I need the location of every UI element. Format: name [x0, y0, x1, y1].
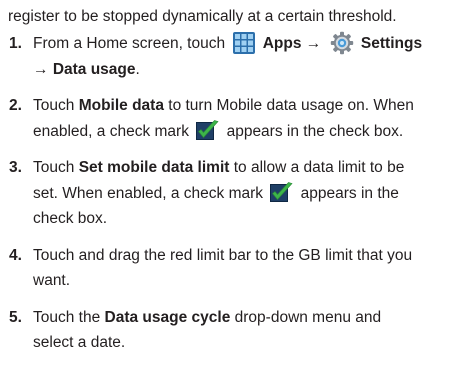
step-text: enabled, a check mark	[33, 122, 189, 140]
green-check-mark-icon	[196, 119, 219, 141]
step-1-line-1: 1. From a Home screen, touch Apps → Sett…	[0, 31, 473, 57]
step-text: to allow a data limit to be	[233, 159, 405, 176]
arrow: →	[305, 35, 322, 52]
period: .	[135, 60, 140, 78]
apps-grid-icon	[233, 31, 256, 54]
step-2-line-1: 2. Touch Mobile data to turn Mobile data…	[0, 93, 473, 119]
step-1: 1. From a Home screen, touch Apps → Sett…	[0, 31, 473, 93]
green-check-mark-icon	[270, 181, 293, 203]
step-text: check box.	[33, 210, 108, 227]
apps-label: Apps	[262, 35, 302, 52]
step-3: 3. Touch Set mobile data limit to allow …	[0, 155, 473, 243]
step-text: set. When enabled, a check mark	[33, 184, 264, 202]
step-text: Touch and drag the red limit bar to the …	[33, 246, 413, 264]
mobile-data-label: Mobile data	[78, 97, 164, 114]
step-4: 4. Touch and drag the red limit bar to t…	[0, 243, 473, 305]
document-page: register to be stopped dynamically at a …	[0, 0, 473, 351]
step-4-line-2: want.	[0, 268, 473, 294]
step-5-line-2: select a date.	[0, 330, 473, 356]
step-text: Touch the	[33, 308, 101, 326]
step-3-line-1: 3. Touch Set mobile data limit to allow …	[0, 155, 473, 181]
settings-label: Settings	[360, 35, 423, 52]
step-3-line-2: set. When enabled, a check mark appears …	[0, 181, 473, 207]
step-number: 5.	[9, 308, 22, 326]
step-2: 2. Touch Mobile data to turn Mobile data…	[0, 93, 473, 155]
arrow: →	[33, 60, 49, 78]
step-text: drop-down menu and	[234, 308, 382, 326]
step-text: appears in the check box.	[226, 122, 404, 140]
step-4-line-1: 4. Touch and drag the red limit bar to t…	[0, 243, 473, 269]
step-5-line-1: 5. Touch the Data usage cycle drop-down …	[0, 305, 473, 331]
data-usage-label: Data usage	[52, 60, 136, 78]
step-5: 5. Touch the Data usage cycle drop-down …	[0, 305, 473, 367]
step-text: Touch	[33, 159, 75, 176]
step-number: 3.	[9, 159, 22, 176]
step-number: 2.	[9, 97, 22, 114]
step-text: appears in the	[300, 184, 399, 202]
set-mobile-data-limit-label: Set mobile data limit	[78, 159, 230, 176]
step-number: 4.	[9, 246, 22, 264]
step-1-line-2: → Data usage.	[0, 57, 473, 83]
cut-off-top-line: register to be stopped dynamically at a …	[0, 4, 473, 29]
data-usage-cycle-label: Data usage cycle	[104, 308, 231, 326]
step-text: Touch	[33, 97, 75, 114]
step-text: to turn Mobile data usage on. When	[168, 97, 414, 114]
step-text: want.	[33, 272, 71, 289]
step-3-line-3: check box.	[0, 206, 473, 232]
step-number: 1.	[9, 35, 22, 52]
step-2-line-2: enabled, a check mark appears in the che…	[0, 119, 473, 145]
step-text: From a Home screen, touch	[33, 35, 226, 52]
settings-gear-icon	[330, 31, 354, 55]
step-text: select a date.	[33, 334, 126, 351]
